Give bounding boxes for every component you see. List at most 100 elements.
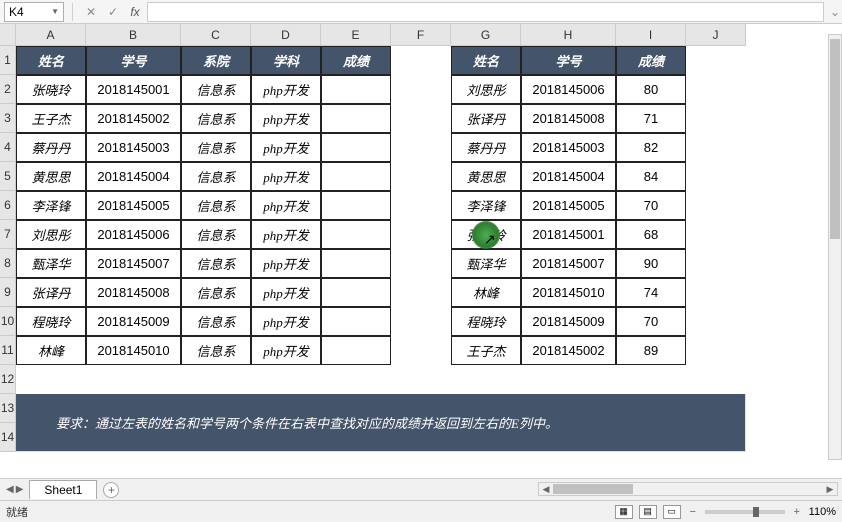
cell-G2[interactable]: 刘思彤 [451, 75, 521, 104]
cell-D11[interactable]: php开发 [251, 336, 321, 365]
cell-E9[interactable] [321, 278, 391, 307]
cell-A2[interactable]: 张晓玲 [16, 75, 86, 104]
cell-C4[interactable]: 信息系 [181, 133, 251, 162]
cell-G7[interactable]: 张晓玲 [451, 220, 521, 249]
row-header-1[interactable]: 1 [0, 46, 16, 75]
cell-C1[interactable]: 系院 [181, 46, 251, 75]
add-sheet-button[interactable]: + [103, 482, 119, 498]
cell-I7[interactable]: 68 [616, 220, 686, 249]
cell-C2[interactable]: 信息系 [181, 75, 251, 104]
cell-D7[interactable]: php开发 [251, 220, 321, 249]
requirement-banner[interactable]: 要求：通过左表的姓名和学号两个条件在右表中查找对应的成绩并返回到左右的E列中。 [16, 394, 746, 452]
col-header-B[interactable]: B [86, 24, 181, 46]
row-header-6[interactable]: 6 [0, 191, 16, 220]
cell-E10[interactable] [321, 307, 391, 336]
row-header-9[interactable]: 9 [0, 278, 16, 307]
sheet-tab-active[interactable]: Sheet1 [29, 480, 97, 499]
row-header-4[interactable]: 4 [0, 133, 16, 162]
cell-D1[interactable]: 学科 [251, 46, 321, 75]
cell-G10[interactable]: 程晓玲 [451, 307, 521, 336]
cell-C3[interactable]: 信息系 [181, 104, 251, 133]
cell-H10[interactable]: 2018145009 [521, 307, 616, 336]
cell-D9[interactable]: php开发 [251, 278, 321, 307]
cell-G11[interactable]: 王子杰 [451, 336, 521, 365]
cell-C8[interactable]: 信息系 [181, 249, 251, 278]
cell-D8[interactable]: php开发 [251, 249, 321, 278]
cell-B6[interactable]: 2018145005 [86, 191, 181, 220]
tab-next-icon[interactable]: ▶ [16, 484, 24, 495]
row-header-3[interactable]: 3 [0, 104, 16, 133]
cell-I1[interactable]: 成绩 [616, 46, 686, 75]
view-page-break-icon[interactable]: ▭ [663, 505, 681, 519]
cell-B1[interactable]: 学号 [86, 46, 181, 75]
hscroll-thumb[interactable] [553, 484, 633, 494]
cell-G1[interactable]: 姓名 [451, 46, 521, 75]
cell-A6[interactable]: 李泽锋 [16, 191, 86, 220]
cell-H6[interactable]: 2018145005 [521, 191, 616, 220]
col-header-A[interactable]: A [16, 24, 86, 46]
confirm-icon[interactable]: ✓ [105, 5, 121, 19]
cell-D6[interactable]: php开发 [251, 191, 321, 220]
cell-I3[interactable]: 71 [616, 104, 686, 133]
cell-I11[interactable]: 89 [616, 336, 686, 365]
cell-A3[interactable]: 王子杰 [16, 104, 86, 133]
cell-D3[interactable]: php开发 [251, 104, 321, 133]
cell-B10[interactable]: 2018145009 [86, 307, 181, 336]
cell-H11[interactable]: 2018145002 [521, 336, 616, 365]
cell-B9[interactable]: 2018145008 [86, 278, 181, 307]
cell-A7[interactable]: 刘思彤 [16, 220, 86, 249]
cell-D5[interactable]: php开发 [251, 162, 321, 191]
cell-A8[interactable]: 甄泽华 [16, 249, 86, 278]
cell-D2[interactable]: php开发 [251, 75, 321, 104]
cell-G6[interactable]: 李泽锋 [451, 191, 521, 220]
row-header-14[interactable]: 14 [0, 423, 16, 452]
zoom-slider-thumb[interactable] [753, 507, 759, 517]
cell-C6[interactable]: 信息系 [181, 191, 251, 220]
cell-G4[interactable]: 蔡丹丹 [451, 133, 521, 162]
col-header-F[interactable]: F [391, 24, 451, 46]
select-all-corner[interactable] [0, 24, 16, 46]
cell-H2[interactable]: 2018145006 [521, 75, 616, 104]
horizontal-scrollbar[interactable]: ◀ ▶ [538, 482, 838, 496]
hscroll-left-icon[interactable]: ◀ [539, 484, 553, 495]
col-header-I[interactable]: I [616, 24, 686, 46]
cell-A5[interactable]: 黄思思 [16, 162, 86, 191]
hscroll-right-icon[interactable]: ▶ [823, 484, 837, 495]
cell-E5[interactable] [321, 162, 391, 191]
zoom-level[interactable]: 110% [809, 506, 836, 518]
cell-H7[interactable]: 2018145001 [521, 220, 616, 249]
cell-G3[interactable]: 张译丹 [451, 104, 521, 133]
cell-A10[interactable]: 程晓玲 [16, 307, 86, 336]
cell-C9[interactable]: 信息系 [181, 278, 251, 307]
name-box[interactable]: K4 ▼ [4, 2, 64, 22]
cell-B2[interactable]: 2018145001 [86, 75, 181, 104]
cell-I8[interactable]: 90 [616, 249, 686, 278]
cell-B5[interactable]: 2018145004 [86, 162, 181, 191]
fx-icon[interactable]: fx [127, 5, 143, 19]
cell-E11[interactable] [321, 336, 391, 365]
cell-E1[interactable]: 成绩 [321, 46, 391, 75]
cell-E8[interactable] [321, 249, 391, 278]
cell-H4[interactable]: 2018145003 [521, 133, 616, 162]
zoom-in-button[interactable]: + [791, 506, 803, 518]
col-header-J[interactable]: J [686, 24, 746, 46]
cell-C10[interactable]: 信息系 [181, 307, 251, 336]
cell-I10[interactable]: 70 [616, 307, 686, 336]
cell-C11[interactable]: 信息系 [181, 336, 251, 365]
tab-prev-icon[interactable]: ◀ [6, 484, 14, 495]
cell-H8[interactable]: 2018145007 [521, 249, 616, 278]
cell-H5[interactable]: 2018145004 [521, 162, 616, 191]
cell-A1[interactable]: 姓名 [16, 46, 86, 75]
cell-H3[interactable]: 2018145008 [521, 104, 616, 133]
row-header-13[interactable]: 13 [0, 394, 16, 423]
cell-E2[interactable] [321, 75, 391, 104]
row-header-11[interactable]: 11 [0, 336, 16, 365]
col-header-H[interactable]: H [521, 24, 616, 46]
cell-A11[interactable]: 林峰 [16, 336, 86, 365]
row-header-5[interactable]: 5 [0, 162, 16, 191]
row-header-2[interactable]: 2 [0, 75, 16, 104]
col-header-E[interactable]: E [321, 24, 391, 46]
cell-I5[interactable]: 84 [616, 162, 686, 191]
cell-D10[interactable]: php开发 [251, 307, 321, 336]
formula-input[interactable] [147, 2, 824, 22]
